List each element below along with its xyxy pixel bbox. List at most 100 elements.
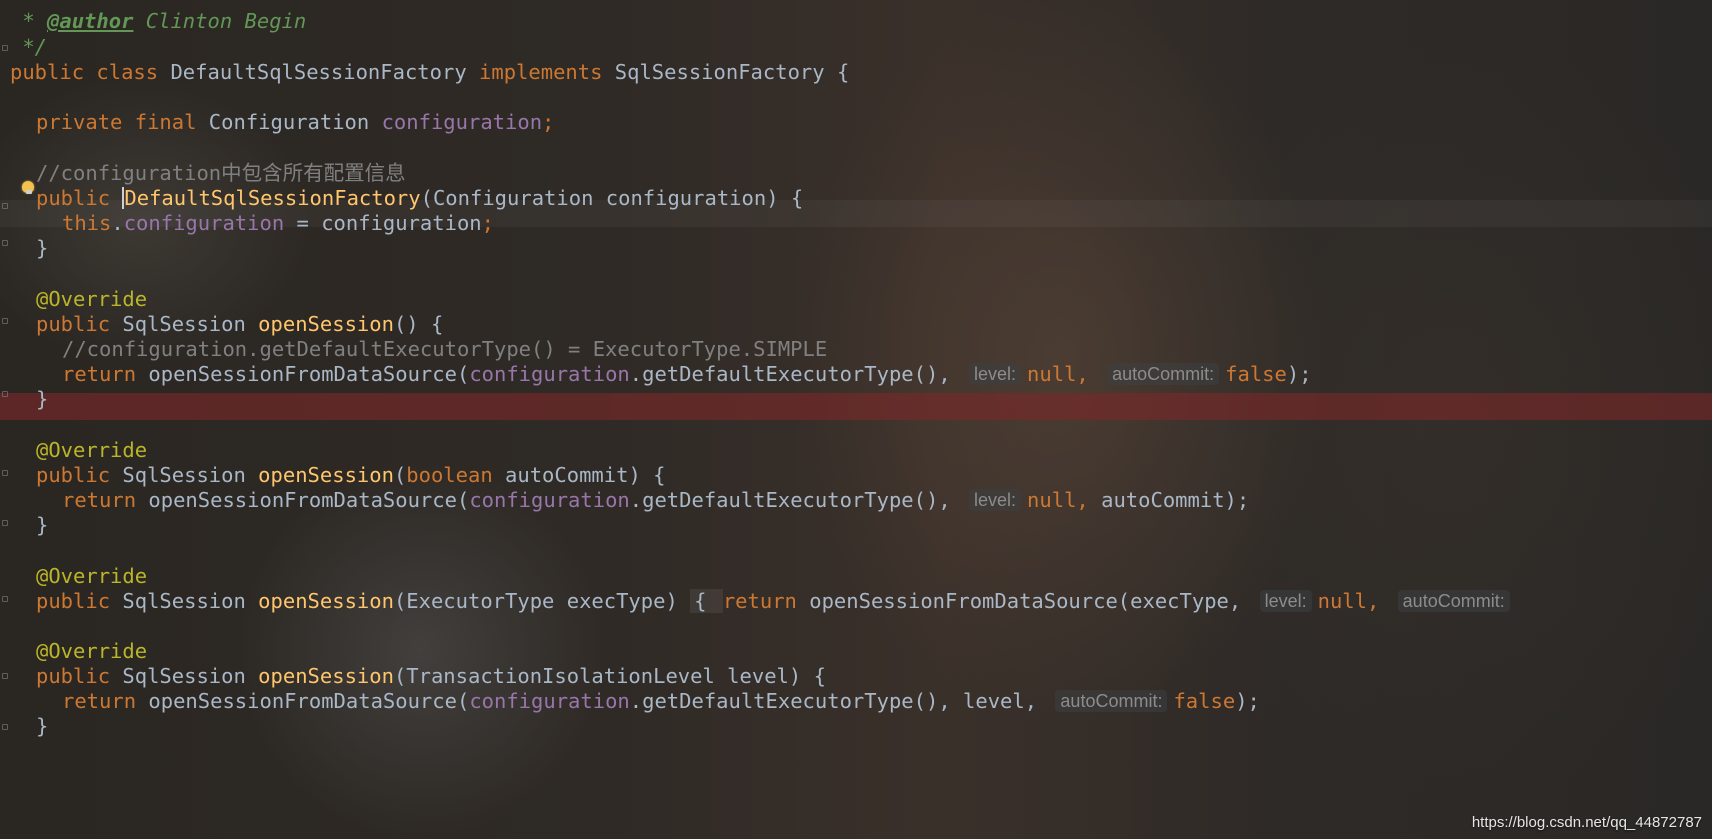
field-name: configuration [123,211,285,235]
parameter-hint: autoCommit: [1397,590,1510,612]
field-name: configuration [469,362,630,386]
annotation: @Override [36,639,148,663]
code-line: public SqlSession openSession(Transactio… [36,663,826,690]
field-name: configuration [381,110,543,134]
keyword: implements [479,60,615,84]
code-line: } [36,386,48,413]
line-comment: //configuration中包含所有配置信息 [36,161,406,185]
type-name: SqlSession [122,664,259,688]
keyword: return [722,589,810,613]
parameter-hint: level: [969,489,1022,511]
parameter-hint: autoCommit: [1107,363,1220,385]
code-line: public class DefaultSqlSessionFactory im… [10,59,849,86]
keyword: null [1027,488,1077,512]
parameter-hint: autoCommit: [1055,690,1168,712]
code-line: @Override [36,286,147,313]
code-line: @Override [36,437,147,464]
keyword: public [36,664,123,688]
method-call: openSessionFromDataSource( [148,362,470,386]
method-call: openSessionFromDataSource( [148,488,470,512]
keyword: private final [36,110,209,134]
line-comment: //configuration.getDefaultExecutorType()… [62,337,828,361]
parameter-list: (Configuration configuration) { [420,186,804,210]
comma: , [1366,589,1392,613]
code-line: return openSessionFromDataSource(configu… [62,688,1260,715]
code-line: public SqlSession openSession(ExecutorTy… [36,588,1516,615]
parameter-hint: level: [1259,590,1312,612]
class-name: DefaultSqlSessionFactory [170,60,480,84]
field-name: configuration [469,488,630,512]
keyword: this [62,211,112,235]
comma: , [1076,488,1102,512]
argument: execType, [1130,589,1254,613]
keyword: return [62,362,149,386]
editor-viewport[interactable]: * @author Clinton Begin */ public class … [0,0,1712,839]
parameter-list: autoCommit) { [505,463,666,487]
keyword: null [1027,362,1077,386]
brace: } [36,513,49,537]
code-line: @Override [36,638,147,665]
brace: } [36,714,49,738]
method-name: openSession [258,312,394,336]
watermark: https://blog.csdn.net/qq_44872787 [1471,814,1702,831]
punctuation: ); [1286,362,1312,386]
keyword: public class [10,60,171,84]
folded-region[interactable]: { [690,589,723,613]
parameter-list: () { [393,312,444,336]
annotation: @Override [36,438,148,462]
field-name: configuration [469,689,630,713]
type-name: SqlSession [122,312,259,336]
method-call: .getDefaultExecutorType(), [629,362,964,386]
parameter-list: (ExecutorType execType) [393,589,691,613]
semicolon: ; [481,211,494,235]
parameter-hint: level: [969,363,1022,385]
parameter-list: (TransactionIsolationLevel level) { [393,664,826,688]
method-name: openSession [258,589,394,613]
method-call: openSessionFromDataSource( [809,589,1131,613]
code-line: public SqlSession openSession(boolean au… [36,462,665,489]
keyword: boolean [406,463,506,487]
argument: level, [963,689,1050,713]
annotation: @Override [36,564,148,588]
keyword: public [36,186,123,210]
method-name: openSession [258,664,394,688]
argument: autoCommit [1101,488,1225,512]
keyword: public [36,312,123,336]
punctuation: . [111,211,124,235]
brace: } [36,387,49,411]
doc-comment: * [10,9,48,33]
punctuation: ); [1235,689,1260,713]
method-name: openSession [258,463,394,487]
doc-comment: */ [10,35,48,59]
type-name: Configuration [208,110,382,134]
code-line: } [36,713,48,740]
code-line: } [36,512,48,539]
semicolon: ; [542,110,555,134]
keyword: false [1225,362,1287,386]
type-name: SqlSession [122,589,259,613]
code-line: //configuration中包含所有配置信息 [36,160,406,187]
javadoc-tag: @author [47,9,134,33]
keyword: return [62,689,149,713]
keyword: false [1173,689,1236,713]
punctuation: ( [393,463,407,487]
brace: } [36,236,49,260]
code-area[interactable]: * @author Clinton Begin */ public class … [0,0,1712,839]
code-line: private final Configuration configuratio… [36,109,554,136]
code-line: * @author Clinton Begin [10,8,306,35]
keyword: null [1317,589,1367,613]
code-line: } [36,235,48,262]
code-line: return openSessionFromDataSource(configu… [62,361,1312,388]
punctuation: ); [1224,488,1250,512]
keyword: public [36,463,123,487]
doc-comment: Clinton Begin [133,9,307,33]
code-line: */ [10,34,47,61]
code-line: @Override [36,563,147,590]
code-line: return openSessionFromDataSource(configu… [62,487,1249,514]
comma: , [1076,362,1102,386]
keyword: public [36,589,123,613]
method-call: .getDefaultExecutorType(), [629,689,964,713]
method-call: .getDefaultExecutorType(), [629,488,964,512]
keyword: return [62,488,149,512]
interface-name: SqlSessionFactory { [614,60,850,84]
